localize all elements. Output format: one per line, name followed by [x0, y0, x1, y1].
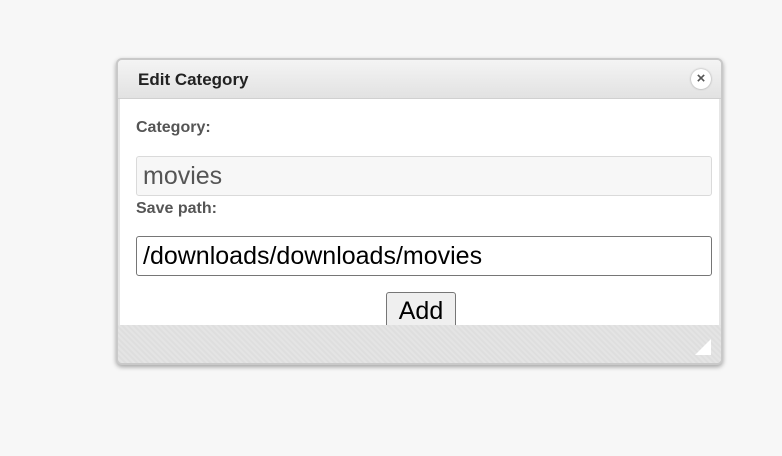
add-button[interactable]: Add [386, 292, 456, 325]
close-icon[interactable]: × [691, 69, 711, 89]
save-path-input[interactable] [136, 236, 712, 276]
dialog-footer [118, 325, 721, 363]
edit-category-dialog: Edit Category × Category: Save path: Add [116, 58, 723, 365]
dialog-titlebar[interactable]: Edit Category × [118, 60, 721, 99]
category-field [136, 156, 712, 196]
dialog-title: Edit Category [138, 70, 249, 89]
dialog-content: Category: Save path: Add [120, 99, 719, 325]
resize-grip-icon[interactable] [695, 339, 711, 355]
category-label: Category: [136, 119, 211, 136]
save-path-label: Save path: [136, 200, 217, 217]
